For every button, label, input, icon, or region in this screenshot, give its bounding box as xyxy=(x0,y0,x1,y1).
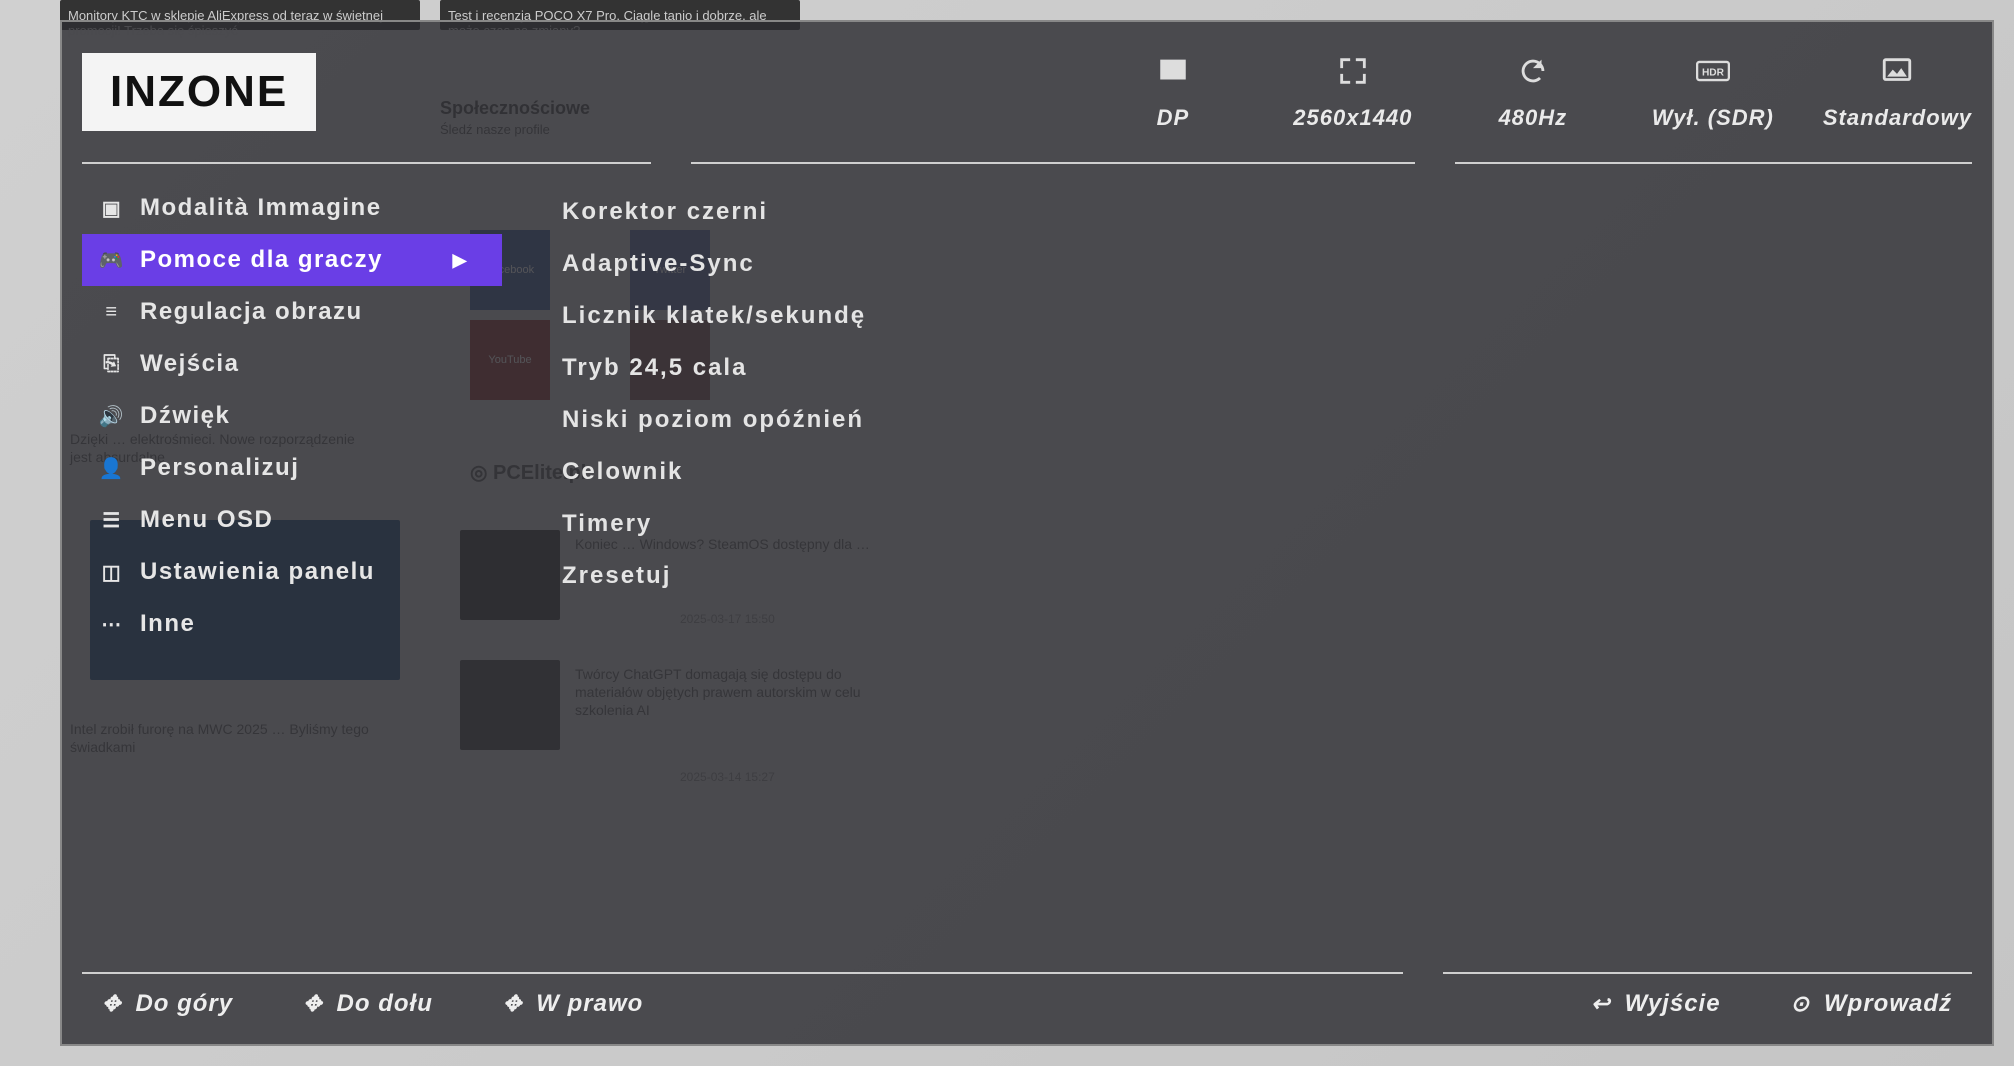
sub-item-0[interactable]: Korektor czerni xyxy=(562,186,1532,238)
nav-down[interactable]: ✥ Do dołu xyxy=(303,990,433,1018)
status-refresh: 480Hz xyxy=(1463,54,1603,131)
refresh-icon xyxy=(1516,54,1550,95)
menu-item-label: Modalità Immagine xyxy=(140,194,382,222)
move-icon: ✥ xyxy=(102,991,121,1017)
menu-item-label: Menu OSD xyxy=(140,506,273,534)
osd-body: ▣ Modalità Immagine 🎮 Pomoce dla graczy ▶ ≡ Re… xyxy=(62,164,1992,972)
menu-item-label: Regulacja obrazu xyxy=(140,298,363,326)
menu-item-3[interactable]: ⎘ Wejścia xyxy=(82,338,502,390)
menu-item-label: Inne xyxy=(140,610,195,638)
picture-icon xyxy=(1880,54,1914,95)
menu-item-label: Pomoce dla graczy xyxy=(140,246,383,274)
menu-item-label: Personalizuj xyxy=(140,454,299,482)
user-icon: 👤 xyxy=(100,456,124,481)
gamepad-icon: 🎮 xyxy=(100,248,124,273)
nav-exit-label: Wyjście xyxy=(1625,990,1721,1018)
hdr-icon: HDR xyxy=(1696,54,1730,95)
move-icon: ✥ xyxy=(303,991,322,1017)
input-icon xyxy=(1156,54,1190,95)
nav-enter-label: Wprowadź xyxy=(1824,990,1952,1018)
menu-item-label: Ustawienia panelu xyxy=(140,558,375,586)
move-icon: ✥ xyxy=(503,991,522,1017)
menu-item-5[interactable]: 👤 Personalizuj xyxy=(82,442,502,494)
osd-panel: INZONE DP 2560x1440 480Hz xyxy=(60,20,1994,1046)
svg-text:HDR: HDR xyxy=(1702,67,1725,78)
menu-item-label: Wejścia xyxy=(140,350,239,378)
status-picture-label: Standardowy xyxy=(1823,105,1972,131)
brand-logo: INZONE xyxy=(82,53,316,131)
image-icon: ▣ xyxy=(100,196,124,221)
nav-right[interactable]: ✥ W prawo xyxy=(503,990,643,1018)
status-hdr-label: Wył. (SDR) xyxy=(1652,105,1774,131)
osd-footer: ✥ Do góry ✥ Do dołu ✥ W prawo ↩ Wyjście … xyxy=(62,974,1992,1044)
status-resolution-label: 2560x1440 xyxy=(1293,105,1412,131)
menu-item-7[interactable]: ◫ Ustawienia panelu xyxy=(82,546,502,598)
status-refresh-label: 480Hz xyxy=(1499,105,1568,131)
menu-item-label: Dźwięk xyxy=(140,402,230,430)
sub-item-4[interactable]: Niski poziom opóźnień xyxy=(562,394,1532,446)
main-menu: ▣ Modalità Immagine 🎮 Pomoce dla graczy ▶ ≡ Re… xyxy=(82,182,502,972)
sub-item-6[interactable]: Timery xyxy=(562,498,1532,550)
osd-header: INZONE DP 2560x1440 480Hz xyxy=(62,22,1992,162)
menu-item-0[interactable]: ▣ Modalità Immagine xyxy=(82,182,502,234)
menu-item-2[interactable]: ≡ Regulacja obrazu xyxy=(82,286,502,338)
sub-item-1[interactable]: Adaptive-Sync xyxy=(562,238,1532,290)
input-icon: ⎘ xyxy=(100,353,124,376)
nav-down-label: Do dołu xyxy=(337,990,433,1018)
chevron-right-icon: ▶ xyxy=(453,250,468,271)
sub-item-7[interactable]: Zresetuj xyxy=(562,550,1532,602)
dots-icon: ⋯ xyxy=(100,612,124,637)
nav-up-label: Do góry xyxy=(135,990,233,1018)
status-input-label: DP xyxy=(1157,105,1190,131)
menu-item-8[interactable]: ⋯ Inne xyxy=(82,598,502,650)
status-bar: DP 2560x1440 480Hz HDR Wył. (SDR) xyxy=(1103,54,1972,131)
panel-icon: ◫ xyxy=(100,560,124,585)
status-picture-mode: Standardowy xyxy=(1823,54,1972,131)
status-hdr: HDR Wył. (SDR) xyxy=(1643,54,1783,131)
nav-enter[interactable]: ⊙ Wprowadź xyxy=(1791,990,1952,1018)
status-input: DP xyxy=(1103,54,1243,131)
back-icon: ↩ xyxy=(1591,991,1610,1017)
sound-icon: 🔊 xyxy=(100,404,124,429)
list-icon: ☰ xyxy=(100,508,124,533)
brand-text: INZONE xyxy=(110,67,288,116)
nav-up[interactable]: ✥ Do góry xyxy=(102,990,233,1018)
nav-right-label: W prawo xyxy=(536,990,643,1018)
sliders-icon: ≡ xyxy=(100,301,124,324)
menu-item-4[interactable]: 🔊 Dźwięk xyxy=(82,390,502,442)
status-resolution: 2560x1440 xyxy=(1283,54,1423,131)
sub-item-3[interactable]: Tryb 24,5 cala xyxy=(562,342,1532,394)
nav-exit[interactable]: ↩ Wyjście xyxy=(1591,990,1720,1018)
menu-item-1[interactable]: 🎮 Pomoce dla graczy ▶ xyxy=(82,234,502,286)
resolution-icon xyxy=(1336,54,1370,95)
menu-item-6[interactable]: ☰ Menu OSD xyxy=(82,494,502,546)
sub-item-5[interactable]: Celownik xyxy=(562,446,1532,498)
sub-item-2[interactable]: Licznik klatek/sekundę xyxy=(562,290,1532,342)
detail-pane xyxy=(1592,182,1972,972)
sub-menu: Korektor czerniAdaptive-SyncLicznik klat… xyxy=(562,182,1532,972)
enter-icon: ⊙ xyxy=(1791,991,1810,1017)
